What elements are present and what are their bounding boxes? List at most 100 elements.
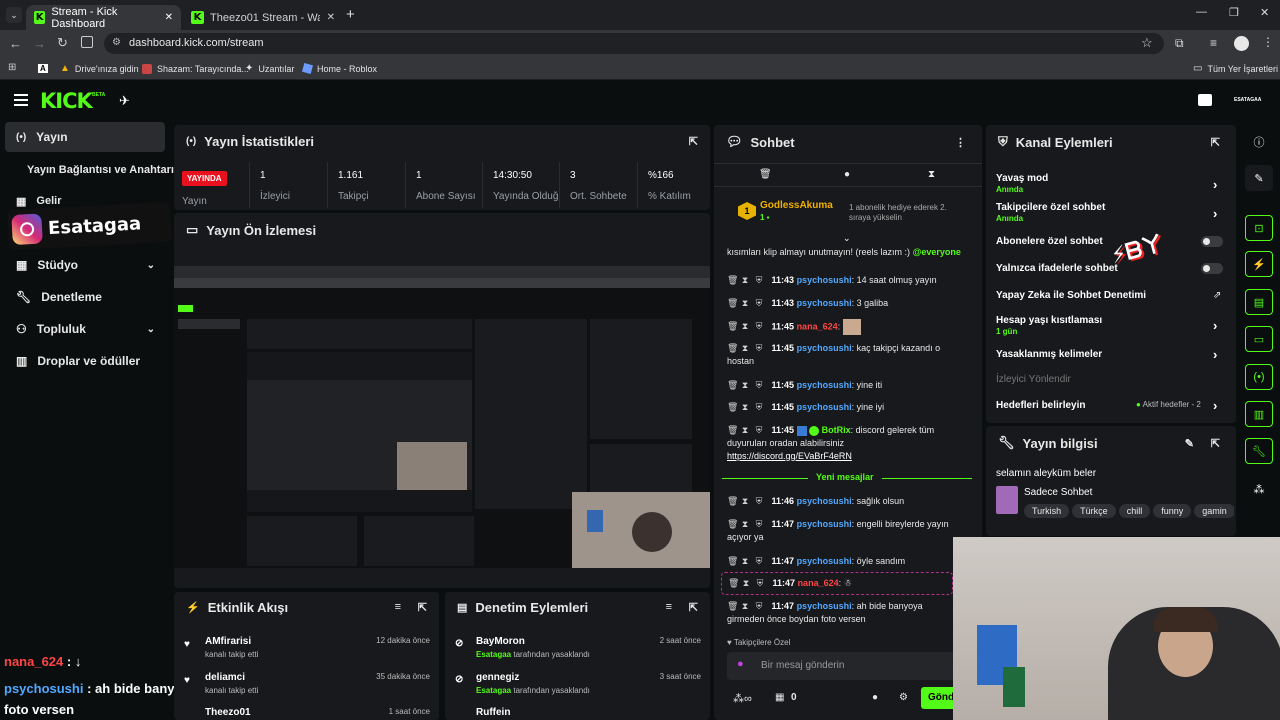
subs-only-toggle[interactable] [1201, 236, 1223, 247]
timeout-icon[interactable]: ⧗ [741, 297, 749, 310]
chat-user[interactable]: nana_624 [798, 578, 839, 588]
action-followers-only[interactable]: Takipçilere özel sohbet Anında [996, 202, 1226, 223]
chat-user[interactable]: psychosushi [797, 601, 852, 611]
timeout-icon[interactable]: ⧗ [741, 495, 749, 508]
timeout-icon[interactable]: ⧗ [741, 555, 749, 568]
microphone-icon[interactable]: ● [737, 658, 744, 670]
all-bookmarks[interactable]: ▭ Tüm Yer İşaretleri [1193, 60, 1278, 77]
list-icon[interactable]: ▤ [1245, 289, 1273, 315]
info-icon[interactable]: ⓘ [1245, 129, 1273, 155]
popout-icon[interactable]: ⇱ [1211, 136, 1220, 149]
filter-icon[interactable]: ≡ [666, 601, 672, 613]
timeout-icon[interactable]: ⧗ [741, 401, 749, 414]
close-tab-icon[interactable]: ✕ [327, 12, 335, 23]
action-ai-moderation[interactable]: Yapay Zeka ile Sohbet Denetimi [996, 290, 1226, 301]
delete-msg-icon[interactable]: 🗑︎ [727, 424, 738, 437]
bookmark-star-icon[interactable]: ☆ [1141, 35, 1153, 51]
edit-icon[interactable]: ✎ [1245, 165, 1273, 191]
back-icon[interactable]: ← [9, 36, 22, 51]
store-icon[interactable]: ▦ [775, 692, 784, 703]
sidebar-item-studyo[interactable]: ▦ Stüdyo ⌄ [5, 250, 165, 280]
chat-user[interactable]: psychosushi [797, 380, 852, 390]
timeout-icon[interactable]: ⧗ [741, 518, 749, 531]
delete-msg-icon[interactable]: 🗑︎ [727, 342, 738, 355]
timeout-icon[interactable]: ⧗ [741, 342, 749, 355]
close-tab-icon[interactable]: ✕ [165, 12, 173, 23]
extensions-icon[interactable]: ⧉ [1175, 36, 1184, 51]
emote-only-toggle[interactable] [1201, 263, 1223, 274]
popout-icon[interactable]: ⇱ [418, 601, 427, 614]
timeout-icon[interactable]: ⧗ [742, 577, 750, 590]
delete-msg-icon[interactable]: 🗑︎ [727, 495, 738, 508]
sidebar-item-droplar[interactable]: ▥ Droplar ve ödüller [5, 346, 165, 376]
tag[interactable]: funny [1153, 504, 1192, 518]
gifter-name[interactable]: GodlessAkuma [760, 200, 833, 211]
trash-icon[interactable]: 🗑︎ [759, 169, 772, 180]
account-name[interactable]: ESATAGAA [1234, 97, 1261, 103]
bookmark-extensions[interactable]: ✦ Uzantılar [245, 60, 294, 77]
wrench-icon[interactable]: 🔧︎ [1245, 438, 1273, 464]
tag[interactable]: Turkish [1024, 504, 1070, 518]
reload-icon[interactable]: ↻ [57, 35, 68, 51]
popout-icon[interactable]: ⇱ [1211, 437, 1220, 450]
delete-msg-icon[interactable]: 🗑︎ [727, 555, 738, 568]
timeout-icon[interactable]: ⧗ [741, 320, 749, 333]
chat-icon[interactable]: ▭ [1245, 326, 1273, 352]
community-icon[interactable]: ⁂ [1245, 476, 1273, 502]
chat-user[interactable]: psychosushi [797, 343, 852, 353]
bookmark-a[interactable]: A [38, 60, 48, 77]
profile-avatar[interactable] [1234, 36, 1249, 51]
discord-link[interactable]: https://discord.gg/EVaBrF4eRN [727, 451, 852, 461]
delete-msg-icon[interactable]: 🗑︎ [727, 274, 738, 287]
forward-icon[interactable]: → [33, 36, 46, 51]
action-banned-words[interactable]: Yasaklanmış kelimeler [996, 349, 1226, 360]
broadcast-icon[interactable]: (•) [1245, 364, 1273, 390]
lightning-icon[interactable]: ⚡ [1245, 251, 1273, 277]
maximize-icon[interactable]: ❐ [1229, 6, 1239, 19]
chat-input[interactable]: ● Bir mesaj gönderin [727, 652, 962, 680]
bookmark-drive[interactable]: ▲ Drive'ınıza gidin [60, 60, 139, 77]
action-account-age[interactable]: Hesap yaşı kısıtlaması 1 gün [996, 315, 1226, 336]
layout-icon[interactable]: ▥ [1245, 401, 1273, 427]
chat-user[interactable]: psychosushi [797, 519, 852, 529]
sidebar-item-denetleme[interactable]: 🔧︎ Denetleme [5, 282, 165, 312]
timeout-icon[interactable]: ⧗ [741, 274, 749, 287]
chat-user[interactable]: nana_624 [797, 321, 838, 331]
chat-user[interactable]: psychosushi [797, 402, 852, 412]
target-icon[interactable]: ⊡ [1245, 215, 1273, 241]
timeout-icon[interactable]: ⧗ [741, 424, 749, 437]
bookmark-roblox[interactable]: Home - Roblox [301, 60, 377, 77]
stream-preview-video[interactable] [174, 266, 710, 568]
tag[interactable]: chill [1118, 504, 1151, 518]
hourglass-icon[interactable]: ⧗ [928, 169, 935, 180]
apps-grid-icon[interactable]: ⊞ [8, 62, 16, 73]
new-tab-icon[interactable]: + [346, 6, 355, 23]
browser-menu-icon[interactable]: ⋮ [1262, 35, 1274, 49]
chat-user[interactable]: BotRix [822, 425, 851, 435]
edit-pencil-icon[interactable]: ✎ [1185, 437, 1194, 450]
delete-msg-icon[interactable]: 🗑︎ [728, 577, 739, 590]
delete-msg-icon[interactable]: 🗑︎ [727, 518, 738, 531]
tag[interactable]: gamin [1194, 504, 1234, 518]
pin-icon[interactable]: ✈ [119, 93, 130, 109]
settings-gear-icon[interactable]: ⚙ [899, 692, 908, 703]
sidebar-item-yayin[interactable]: (•) Yayın [5, 122, 165, 152]
popout-icon[interactable]: ⇱ [689, 601, 698, 614]
timeout-icon[interactable]: ⧗ [741, 379, 749, 392]
filter-icon[interactable]: ≡ [395, 601, 401, 613]
chat-user[interactable]: psychosushi [797, 298, 852, 308]
points-icon[interactable]: ⁂∞ [733, 692, 752, 705]
minimize-icon[interactable]: — [1196, 6, 1207, 18]
chat-user[interactable]: psychosushi [797, 556, 852, 566]
popout-icon[interactable]: ⇱ [689, 135, 698, 148]
bookmark-shazam[interactable]: Shazam: Tarayıcında... [142, 60, 249, 77]
action-slow-mode[interactable]: Yavaş mod Anında [996, 173, 1226, 194]
site-info-icon[interactable]: ⚙ [112, 37, 121, 48]
sidebar-item-topluluk[interactable]: ⚇ Topluluk ⌄ [5, 314, 165, 344]
timeout-icon[interactable]: ⧗ [741, 600, 749, 613]
sidebar-item-stream-key[interactable]: Yayın Bağlantısı ve Anahtarı [5, 155, 175, 185]
window-close-icon[interactable]: ✕ [1260, 6, 1269, 19]
delete-msg-icon[interactable]: 🗑︎ [727, 297, 738, 310]
split-view-icon[interactable] [81, 36, 93, 48]
kick-logo[interactable]: KICK [40, 89, 93, 113]
